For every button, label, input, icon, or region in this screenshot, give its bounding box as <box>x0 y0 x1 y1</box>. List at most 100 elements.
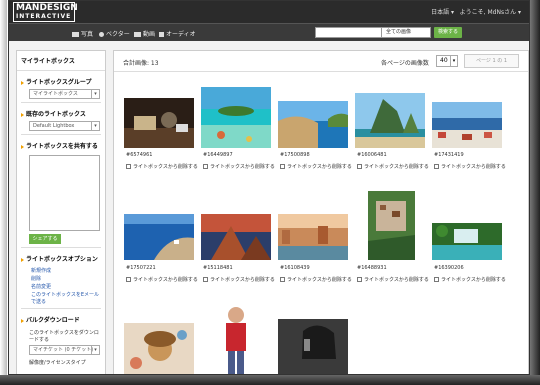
frame-shadow-right <box>530 0 540 385</box>
remove-label-4: ライトボックスから削除する <box>364 164 429 170</box>
logo-line1: MANDESIGN <box>16 3 78 13</box>
image-thumb-13[interactable] <box>278 319 348 375</box>
remove-label-1: ライトボックスから削除する <box>133 164 198 170</box>
search-scope-select[interactable]: 全ての画像 <box>381 27 431 38</box>
nav-photos-label: 写真 <box>81 31 94 38</box>
remove-item-10[interactable]: ライトボックスから削除する <box>434 276 506 283</box>
nav-bar: 写真 ベクター 動画 オーディオ 全ての画像 検索する <box>9 23 529 41</box>
remove-item-8[interactable]: ライトボックスから削除する <box>280 276 352 283</box>
pagination[interactable]: ページ 1 の 1 <box>464 54 519 68</box>
image-thumb-9[interactable] <box>368 191 415 260</box>
image-id-1: #6574961 <box>126 152 153 158</box>
nav-video-label: 動画 <box>143 31 156 38</box>
image-thumb-2[interactable] <box>201 87 271 148</box>
group-heading: ライトボックスグループ <box>17 71 105 89</box>
bulk-ticket-select[interactable]: マイチケット (0 チケット) ▾ <box>29 345 100 355</box>
license-text: 解像度/ライセンスタイプ <box>29 360 86 366</box>
checkbox-icon <box>434 277 439 282</box>
bullet-arrow-icon <box>21 318 24 323</box>
image-thumb-11[interactable] <box>124 323 194 375</box>
site-logo[interactable]: MANDESIGN INTERACTIVE <box>13 2 78 22</box>
language-selector[interactable]: 日本語 ▾ <box>431 7 454 16</box>
per-page-value: 40 <box>440 57 448 64</box>
remove-item-9[interactable]: ライトボックスから削除する <box>357 276 429 283</box>
current-lightbox-select[interactable]: Default Lightbox ▾ <box>29 121 100 131</box>
remove-label-9: ライトボックスから削除する <box>364 277 429 283</box>
total-count: 合計画像: 13 <box>123 60 159 67</box>
group-select[interactable]: マイライトボックス ▾ <box>29 89 100 99</box>
option-rename-link[interactable]: 名前変更 <box>17 282 105 290</box>
bulk-select-value: マイチケット (0 チケット) <box>33 347 94 353</box>
remove-item-2[interactable]: ライトボックスから削除する <box>203 163 275 170</box>
camera-icon <box>72 32 79 37</box>
user-menu[interactable]: ようこそ, MdNsさん ▾ <box>460 7 521 16</box>
option-create-link[interactable]: 新規作成 <box>17 266 105 274</box>
image-thumb-7[interactable] <box>201 214 271 260</box>
current-heading-label: 既存のライトボックス <box>26 111 86 118</box>
top-bar: MANDESIGN INTERACTIVE 日本語 ▾ ようこそ, MdNsさん… <box>9 1 529 23</box>
image-id-9: #16488931 <box>357 265 387 271</box>
image-thumb-12[interactable] <box>213 301 259 375</box>
sidebar-title: マイライトボックス <box>17 51 105 71</box>
checkbox-icon <box>357 164 362 169</box>
remove-label-10: ライトボックスから削除する <box>441 277 506 283</box>
film-icon <box>134 32 141 37</box>
nav-audio-label: オーディオ <box>166 31 196 38</box>
bullet-arrow-icon <box>21 112 24 117</box>
search-button[interactable]: 検索する <box>434 27 462 38</box>
results-toolbar: 合計画像: 13 各ページの画像数 40 ▾ ページ 1 の 1 <box>114 51 528 72</box>
share-button[interactable]: シェアする <box>29 234 61 244</box>
image-id-3: #17500898 <box>280 152 310 158</box>
bulk-text: このライトボックスをダウンロードする <box>29 330 99 343</box>
options-heading: ライトボックスオプション <box>17 248 105 266</box>
image-id-6: #17507221 <box>126 265 156 271</box>
bullet-arrow-icon <box>21 144 24 149</box>
remove-item-5[interactable]: ライトボックスから削除する <box>434 163 506 170</box>
image-thumb-5[interactable] <box>432 102 502 148</box>
remove-label-7: ライトボックスから削除する <box>210 277 275 283</box>
frame-shadow-bottom <box>0 375 540 385</box>
bullet-arrow-icon <box>21 80 24 85</box>
remove-label-2: ライトボックスから削除する <box>210 164 275 170</box>
share-textarea[interactable] <box>29 155 100 231</box>
checkbox-icon <box>203 164 208 169</box>
image-thumb-3[interactable] <box>278 101 348 148</box>
image-thumb-10[interactable] <box>432 223 502 260</box>
frame-shadow-left <box>0 0 7 385</box>
option-delete-link[interactable]: 削除 <box>17 274 105 282</box>
image-id-4: #16006481 <box>357 152 387 158</box>
image-thumb-4[interactable] <box>355 93 425 148</box>
remove-item-7[interactable]: ライトボックスから削除する <box>203 276 275 283</box>
image-thumb-1[interactable] <box>124 98 194 148</box>
image-thumb-8[interactable] <box>278 214 348 260</box>
image-id-7: #15118481 <box>203 265 233 271</box>
lightbox-main: 合計画像: 13 各ページの画像数 40 ▾ ページ 1 の 1 #6574961… <box>113 50 529 375</box>
nav-vectors[interactable]: ベクター <box>99 29 130 38</box>
chevron-down-icon: ▾ <box>91 122 99 130</box>
browser-viewport: MANDESIGN INTERACTIVE 日本語 ▾ ようこそ, MdNsさん… <box>8 0 530 375</box>
remove-item-1[interactable]: ライトボックスから削除する <box>126 163 198 170</box>
bulk-heading: バルクダウンロード <box>17 309 105 327</box>
nav-video[interactable]: 動画 <box>134 29 155 38</box>
remove-item-3[interactable]: ライトボックスから削除する <box>280 163 352 170</box>
checkbox-icon <box>126 164 131 169</box>
image-thumb-6[interactable] <box>124 214 194 260</box>
per-page-select[interactable]: 40 ▾ <box>436 55 458 67</box>
checkbox-icon <box>357 277 362 282</box>
chevron-down-icon: ▾ <box>450 56 457 66</box>
image-id-5: #17431419 <box>434 152 464 158</box>
per-page-label: 各ページの画像数 <box>381 60 429 67</box>
logo-line2: INTERACTIVE <box>16 13 72 20</box>
options-heading-label: ライトボックスオプション <box>26 256 98 263</box>
remove-item-6[interactable]: ライトボックスから削除する <box>126 276 198 283</box>
checkbox-icon <box>280 164 285 169</box>
remove-label-5: ライトボックスから削除する <box>441 164 506 170</box>
screenshot-frame: MANDESIGN INTERACTIVE 日本語 ▾ ようこそ, MdNsさん… <box>0 0 540 385</box>
remove-item-4[interactable]: ライトボックスから削除する <box>357 163 429 170</box>
nav-vectors-label: ベクター <box>106 31 130 38</box>
option-email-link[interactable]: このライトボックスをEメールで送る <box>17 290 105 305</box>
nav-photos[interactable]: 写真 <box>72 29 93 38</box>
nav-audio[interactable]: オーディオ <box>159 29 196 38</box>
image-id-8: #16108439 <box>280 265 310 271</box>
group-heading-label: ライトボックスグループ <box>26 79 92 86</box>
